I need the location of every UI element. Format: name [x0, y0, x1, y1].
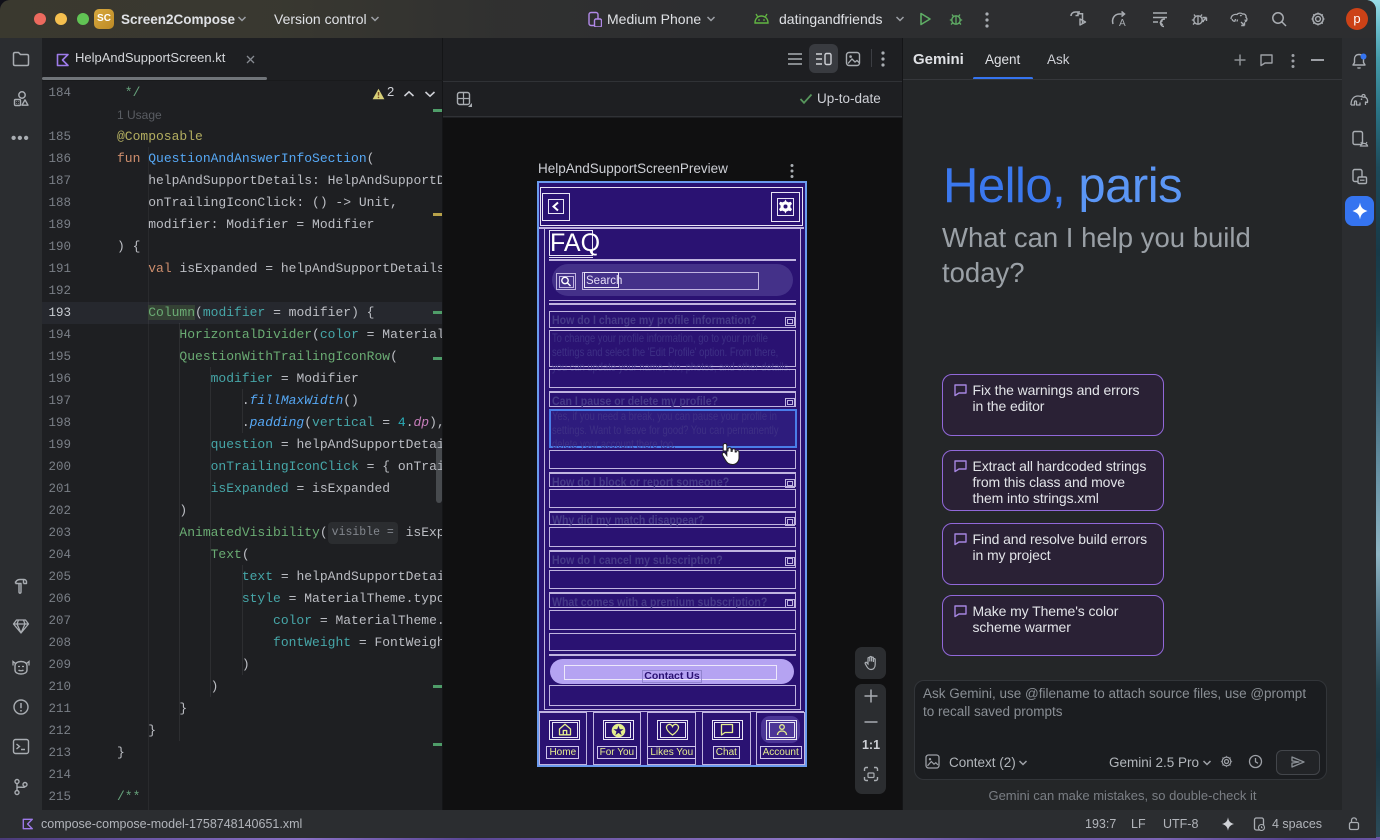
svg-text:A: A — [1119, 18, 1126, 28]
